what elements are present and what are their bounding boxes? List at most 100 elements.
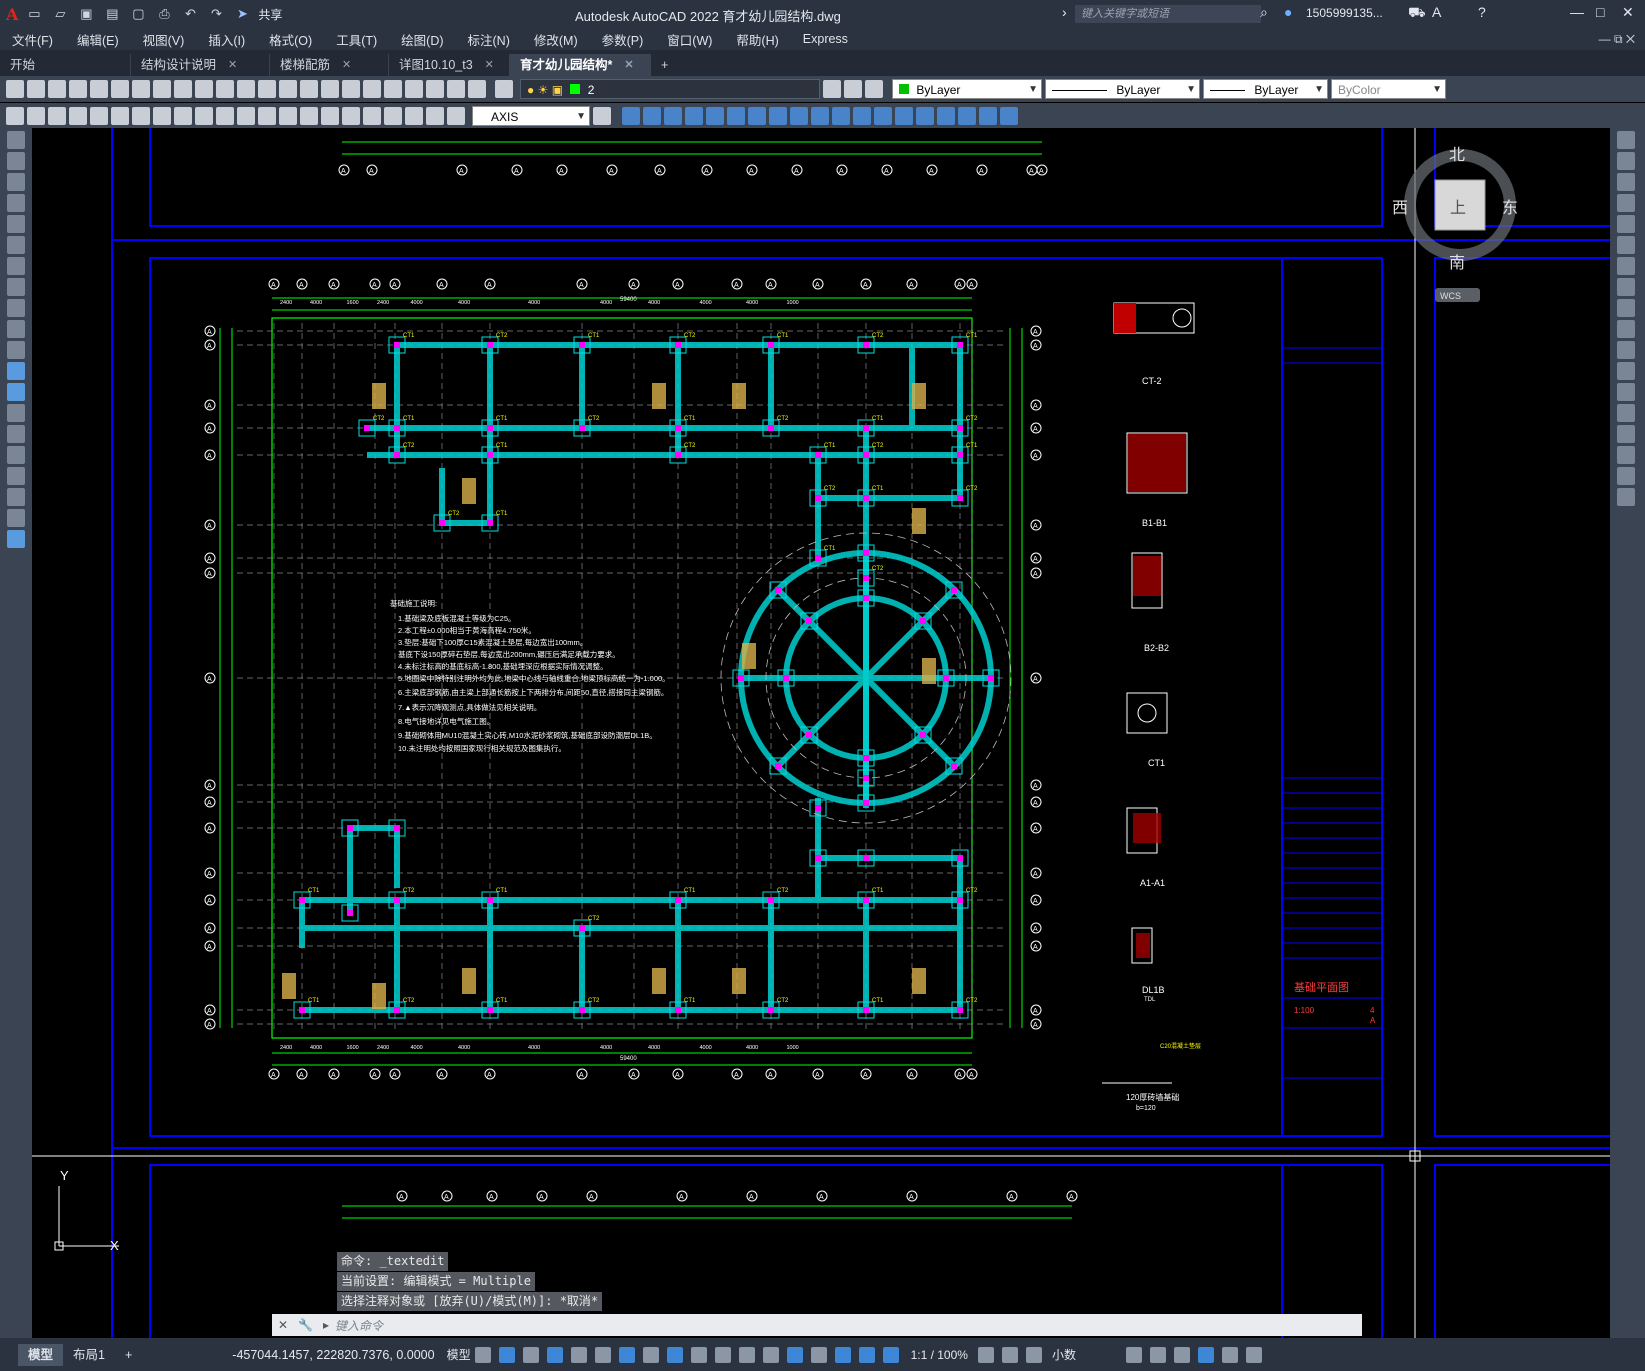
auto-scale-icon[interactable] — [882, 1346, 899, 1363]
add-selected-icon[interactable] — [7, 530, 25, 548]
user-name[interactable]: 1505999135... — [1306, 6, 1383, 20]
ellipse-arc-icon[interactable] — [7, 341, 25, 359]
menu-express[interactable]: Express — [791, 32, 860, 46]
help-icon[interactable] — [468, 80, 486, 98]
viewcube-south[interactable]: 南 — [1449, 254, 1465, 272]
join-icon[interactable] — [1617, 404, 1635, 422]
layer-dropdown[interactable]: ● ☀ ▣ 2 ▼ — [520, 79, 820, 99]
erase-icon[interactable] — [622, 107, 640, 125]
chamfer-icon[interactable] — [1617, 425, 1635, 443]
ellipse-icon[interactable] — [7, 320, 25, 338]
search-icon[interactable]: ⌕ — [1260, 4, 1268, 21]
customization-icon[interactable] — [1245, 1346, 1262, 1363]
plot-icon[interactable] — [69, 80, 87, 98]
radius-dim-icon[interactable] — [153, 107, 171, 125]
multiline-text-icon[interactable] — [7, 509, 25, 527]
menu-dimension[interactable]: 标注(N) — [456, 30, 522, 49]
jogged-dim-icon[interactable] — [174, 107, 192, 125]
autodesk-a360-icon[interactable]: A — [1432, 4, 1441, 20]
selection-cycling-icon[interactable] — [738, 1346, 755, 1363]
close-tab-icon[interactable]: ✕ — [624, 54, 633, 76]
layer-off-icon[interactable] — [48, 107, 66, 125]
ordinate-dim-icon[interactable] — [132, 107, 150, 125]
drawing-canvas[interactable]: 基础平面图 1:100 4 A AAAAAAAAAAAAAAAA A A A A… — [32, 128, 1610, 1338]
gizmo-icon[interactable] — [834, 1346, 851, 1363]
polar-icon[interactable] — [594, 1346, 611, 1363]
layer-states-icon[interactable] — [865, 80, 883, 98]
color-dropdown[interactable]: ByLayer ▼ — [892, 79, 1042, 99]
rectangle-icon[interactable] — [7, 215, 25, 233]
tool-palettes-icon[interactable] — [384, 80, 402, 98]
cart-icon[interactable]: ⛟ — [1408, 4, 1426, 23]
region-icon[interactable] — [7, 467, 25, 485]
chamfer-icon[interactable] — [895, 107, 913, 125]
clean-screen-icon[interactable] — [1221, 1346, 1238, 1363]
dim-style-icon[interactable] — [593, 107, 611, 125]
tab-model[interactable]: 模型 — [18, 1343, 64, 1366]
draworder-icon[interactable] — [958, 107, 976, 125]
autocad-logo-icon[interactable]: A — [6, 5, 18, 24]
tab-structure-notes[interactable]: 结构设计说明 ✕ — [131, 54, 270, 76]
object-snap-icon[interactable] — [666, 1346, 683, 1363]
menu-modify[interactable]: 修改(M) — [522, 30, 590, 49]
join-icon[interactable] — [874, 107, 892, 125]
menu-file[interactable]: 文件(F) — [0, 30, 65, 49]
dim-text-edit-icon[interactable] — [426, 107, 444, 125]
open-icon[interactable] — [27, 80, 45, 98]
design-center-icon[interactable] — [363, 80, 381, 98]
revcloud-icon[interactable] — [7, 278, 25, 296]
units-icon[interactable] — [1025, 1346, 1042, 1363]
save-icon[interactable] — [48, 80, 66, 98]
polyline-icon[interactable] — [7, 173, 25, 191]
line-icon[interactable] — [7, 131, 25, 149]
tab-current-drawing[interactable]: 育才幼儿园结构* ✕ — [510, 54, 651, 76]
annotation-scale[interactable]: 1:1 / 100% — [911, 1348, 968, 1362]
stretch-icon[interactable] — [790, 107, 808, 125]
wcs-label[interactable]: WCS — [1440, 291, 1461, 301]
extend-icon[interactable] — [1617, 341, 1635, 359]
quick-properties-icon[interactable] — [1125, 1346, 1142, 1363]
zoom-realtime-icon[interactable] — [279, 80, 297, 98]
save-as-icon[interactable]: ▤ — [102, 4, 122, 24]
make-current-layer-icon[interactable] — [823, 80, 841, 98]
quick-dim-icon[interactable] — [237, 107, 255, 125]
help-icon[interactable]: ? — [1478, 4, 1486, 20]
dimstyle-dropdown[interactable]: AXIS ▼ — [472, 106, 590, 126]
units-value[interactable]: 小数 — [1052, 1346, 1122, 1363]
calculator-icon[interactable] — [447, 80, 465, 98]
trim-icon[interactable] — [811, 107, 829, 125]
selection-filter-icon[interactable] — [810, 1346, 827, 1363]
erase-icon[interactable] — [1617, 131, 1635, 149]
break-icon[interactable] — [1617, 383, 1635, 401]
search-input[interactable]: 键入关键字或短语 — [1075, 5, 1261, 23]
save-icon[interactable]: ▣ — [76, 4, 96, 24]
close-tab-icon[interactable]: ✕ — [228, 54, 237, 76]
dim-edit-icon[interactable] — [405, 107, 423, 125]
stretch-icon[interactable] — [1617, 299, 1635, 317]
tolerance-icon[interactable] — [321, 107, 339, 125]
object-snap-tracking-icon[interactable] — [642, 1346, 659, 1363]
lineweight-dropdown[interactable]: ByLayer ▼ — [1203, 79, 1328, 99]
minimize-icon[interactable]: — — [1570, 4, 1584, 20]
lineweight-icon[interactable] — [690, 1346, 707, 1363]
transparency-icon[interactable] — [714, 1346, 731, 1363]
hatch-icon[interactable] — [7, 425, 25, 443]
close-icon[interactable]: ✕ — [278, 1318, 288, 1332]
insert-icon[interactable] — [1000, 107, 1018, 125]
tab-start[interactable]: 开始 — [0, 54, 131, 76]
linear-dim-icon[interactable] — [69, 107, 87, 125]
explode-icon[interactable] — [937, 107, 955, 125]
command-line[interactable]: ✕ 🔧 ▸ 键入命令 — [272, 1314, 1362, 1336]
insert-block-icon[interactable] — [7, 362, 25, 380]
viewcube-north[interactable]: 北 — [1449, 146, 1465, 164]
sheet-set-icon[interactable] — [405, 80, 423, 98]
baseline-dim-icon[interactable] — [258, 107, 276, 125]
menu-window[interactable]: 窗口(W) — [655, 30, 724, 49]
break-at-point-icon[interactable] — [1617, 362, 1635, 380]
arc-icon[interactable] — [7, 236, 25, 254]
new-file-icon[interactable]: ▭ — [24, 4, 44, 24]
explode-icon[interactable] — [1617, 488, 1635, 506]
open-file-icon[interactable]: ▱ — [50, 4, 70, 24]
zoom-window-icon[interactable] — [300, 80, 318, 98]
ortho-icon[interactable] — [570, 1346, 587, 1363]
